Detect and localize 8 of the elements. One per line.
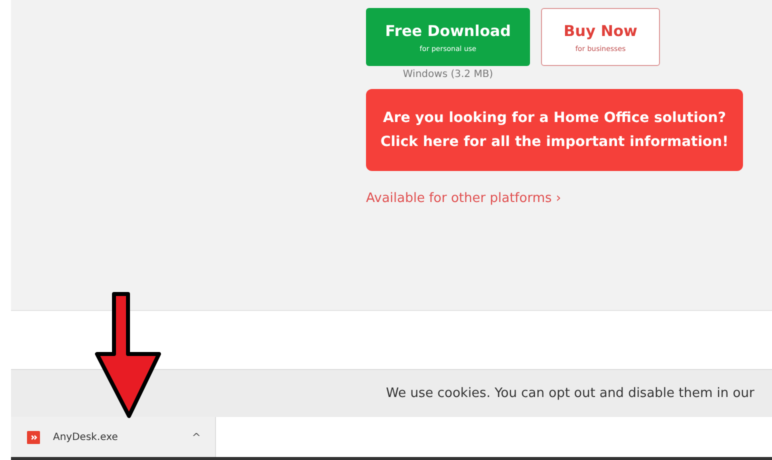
file-icon (27, 430, 40, 444)
download-item[interactable]: AnyDesk.exe ^ (11, 417, 216, 457)
cookie-notice: We use cookies. You can opt out and disable them in our (386, 386, 754, 401)
platforms-link[interactable]: Available for other platforms › (366, 191, 743, 206)
download-size-note: Windows (3.2 MB) (402, 69, 494, 80)
caret-icon[interactable]: ^ (192, 430, 201, 444)
home-office-banner[interactable]: Are you looking for a Home Office solution? Click here for all the important information! (366, 89, 743, 171)
file-name: AnyDesk.exe (53, 432, 119, 442)
